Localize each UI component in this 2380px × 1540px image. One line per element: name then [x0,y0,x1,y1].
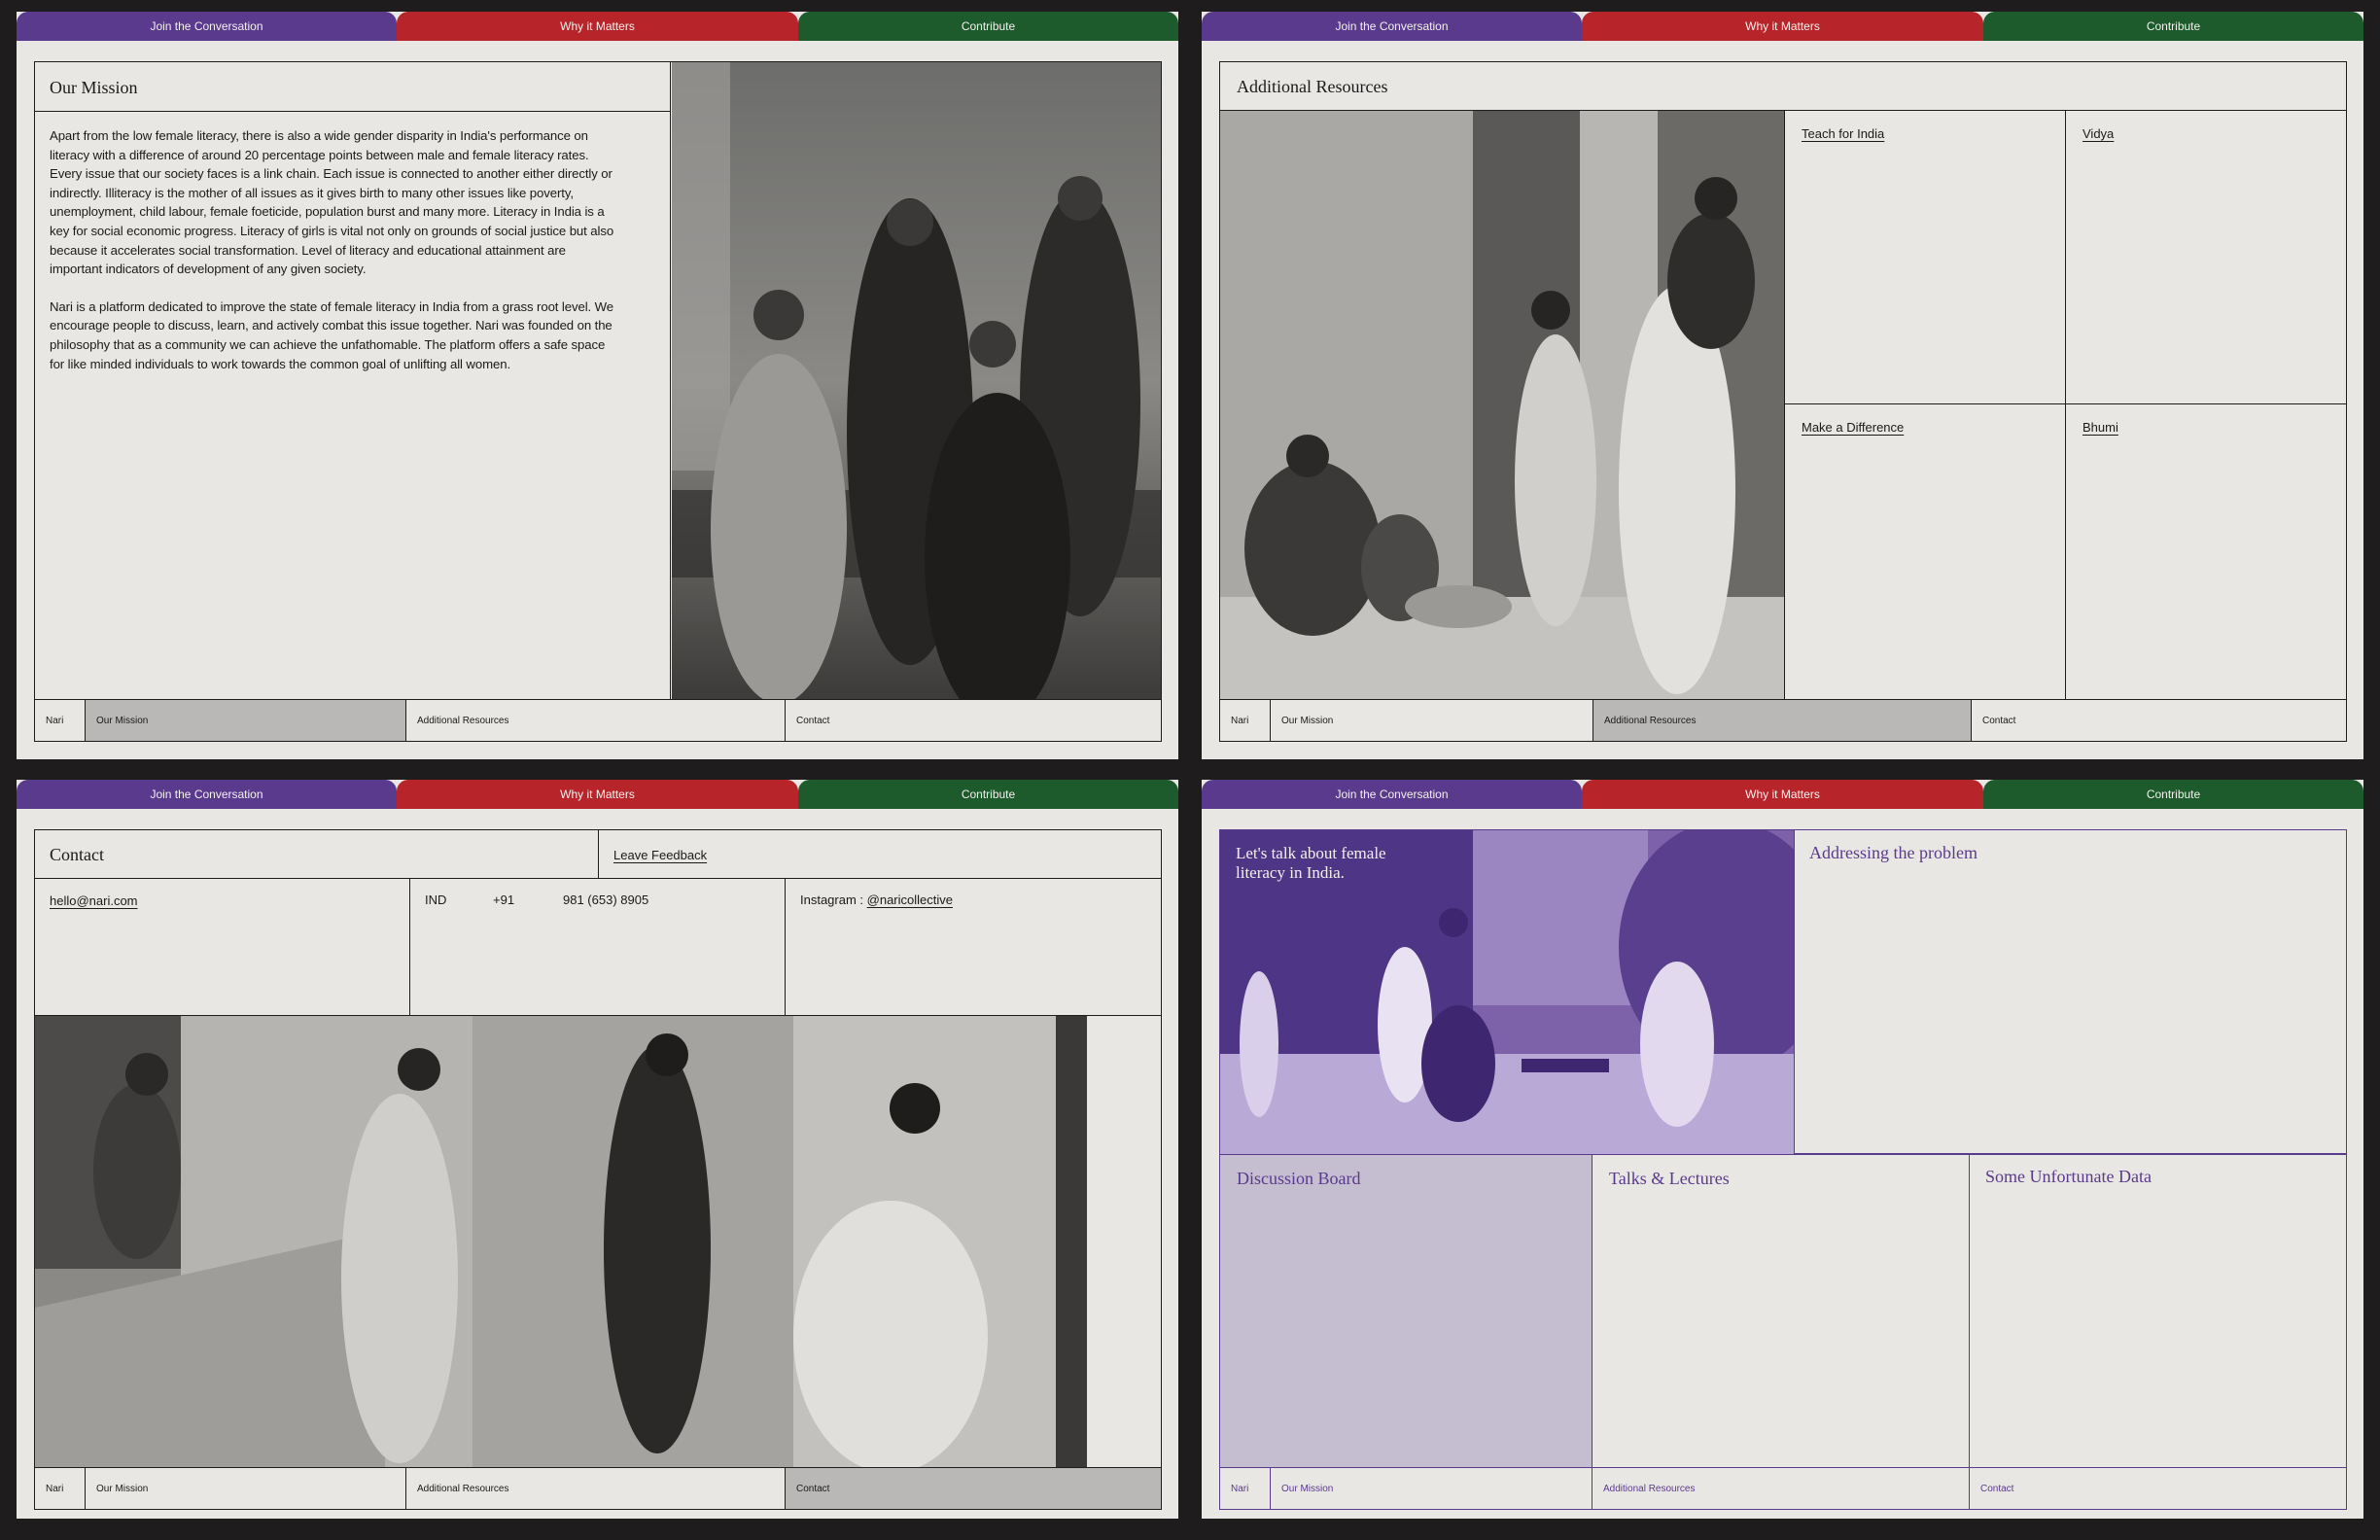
discussion-board-card[interactable]: Discussion Board [1220,1154,1592,1467]
data-card[interactable]: Some Unfortunate Data [1970,1154,2346,1467]
mission-screen: Join the Conversation Why it Matters Con… [17,12,1178,759]
instagram-link[interactable]: @naricollective [867,892,953,907]
tab-contribute[interactable]: Contribute [1983,780,2363,809]
tab-join-conversation[interactable]: Join the Conversation [1202,12,1582,41]
page-title: Additional Resources [1237,77,1388,96]
footer-nav: Nari Our Mission Additional Resources Co… [35,1467,1161,1509]
tab-why-it-matters[interactable]: Why it Matters [1582,12,1983,41]
mission-paragraph-1: Apart from the low female literacy, ther… [50,128,614,277]
instagram-cell: Instagram : @naricollective [786,879,1161,1016]
mission-paragraph-2: Nari is a platform dedicated to improve … [50,298,614,371]
resources-photo [1220,111,1784,699]
resource-card-1: Teach for India [1784,111,2066,404]
contact-screen: Join the Conversation Why it Matters Con… [17,780,1178,1519]
page-title: Our Mission [50,78,138,97]
footer-our-mission[interactable]: Our Mission [1271,700,1593,741]
addressing-heading: Addressing the problem [1809,843,1978,862]
contact-photo [35,1016,1087,1467]
link-bhumi[interactable]: Bhumi [2082,420,2118,435]
resource-card-3: Make a Difference [1784,404,2066,699]
footer-nav: Nari Our Mission Additional Resources Co… [35,699,1161,741]
phone-code: +91 [493,892,515,907]
mission-body: Apart from the low female literacy, ther… [35,112,671,699]
footer-contact[interactable]: Contact [1972,700,2346,741]
resource-card-4: Bhumi [2066,404,2346,699]
feedback-cell: Leave Feedback [599,830,1161,879]
tab-join-conversation[interactable]: Join the Conversation [1202,780,1582,809]
top-tabs: Join the Conversation Why it Matters Con… [1202,12,2363,41]
home-frame: Let's talk about female literacy in Indi… [1219,829,2347,1510]
talks-card[interactable]: Talks & Lectures [1592,1154,1970,1467]
footer-nav: Nari Our Mission Additional Resources Co… [1220,699,2346,741]
tab-contribute[interactable]: Contribute [1983,12,2363,41]
link-teach-for-india[interactable]: Teach for India [1802,126,1884,141]
footer-brand[interactable]: Nari [35,700,86,741]
tab-join-conversation[interactable]: Join the Conversation [17,780,397,809]
footer-additional-resources[interactable]: Additional Resources [1593,700,1972,741]
tab-join-conversation[interactable]: Join the Conversation [17,12,397,41]
talks-heading: Talks & Lectures [1609,1169,1730,1188]
discussion-heading: Discussion Board [1237,1169,1361,1188]
phone-cell: IND +91 981 (653) 8905 [410,879,786,1016]
data-heading: Some Unfortunate Data [1985,1167,2152,1186]
resource-card-2: Vidya [2066,111,2346,404]
top-tabs: Join the Conversation Why it Matters Con… [17,780,1178,809]
footer-additional-resources[interactable]: Additional Resources [406,1468,786,1509]
top-tabs: Join the Conversation Why it Matters Con… [1202,780,2363,809]
mission-photo [672,62,1161,699]
footer-contact[interactable]: Contact [786,700,1161,741]
footer-brand[interactable]: Nari [1220,700,1271,741]
tab-why-it-matters[interactable]: Why it Matters [397,780,798,809]
hero-text: Let's talk about female literacy in Indi… [1236,844,1386,882]
addressing-card[interactable]: Addressing the problem [1794,830,2346,1154]
phone-country: IND [425,892,447,907]
mission-frame: Our Mission Apart from the low female li… [34,61,1162,742]
instagram-label: Instagram : [800,892,867,907]
email-link[interactable]: hello@nari.com [50,893,138,908]
email-cell: hello@nari.com [35,879,410,1016]
phone-number[interactable]: 981 (653) 8905 [563,892,648,907]
tab-contribute[interactable]: Contribute [798,12,1178,41]
resources-title-cell: Additional Resources [1220,62,2346,111]
tab-contribute[interactable]: Contribute [798,780,1178,809]
link-vidya[interactable]: Vidya [2082,126,2114,141]
footer-brand[interactable]: Nari [35,1468,86,1509]
footer-additional-resources[interactable]: Additional Resources [1592,1468,1970,1509]
resources-frame: Additional Resources Teach for India Vid… [1219,61,2347,742]
footer-contact[interactable]: Contact [1970,1468,2346,1509]
footer-nav: Nari Our Mission Additional Resources Co… [1220,1467,2346,1509]
leave-feedback-link[interactable]: Leave Feedback [613,848,707,862]
page-title: Contact [50,845,104,864]
footer-contact[interactable]: Contact [786,1468,1161,1509]
tab-why-it-matters[interactable]: Why it Matters [397,12,798,41]
footer-our-mission[interactable]: Our Mission [1271,1468,1592,1509]
footer-our-mission[interactable]: Our Mission [86,1468,406,1509]
mission-title-cell: Our Mission [35,62,671,112]
hero-photo: Let's talk about female literacy in Indi… [1220,830,1794,1154]
tab-why-it-matters[interactable]: Why it Matters [1582,780,1983,809]
top-tabs: Join the Conversation Why it Matters Con… [17,12,1178,41]
contact-frame: Contact Leave Feedback hello@nari.com IN… [34,829,1162,1510]
footer-additional-resources[interactable]: Additional Resources [406,700,786,741]
link-make-a-difference[interactable]: Make a Difference [1802,420,1904,435]
footer-our-mission[interactable]: Our Mission [86,700,406,741]
footer-brand[interactable]: Nari [1220,1468,1271,1509]
contact-title-cell: Contact [35,830,599,879]
home-screen: Join the Conversation Why it Matters Con… [1202,780,2363,1519]
resources-screen: Join the Conversation Why it Matters Con… [1202,12,2363,759]
